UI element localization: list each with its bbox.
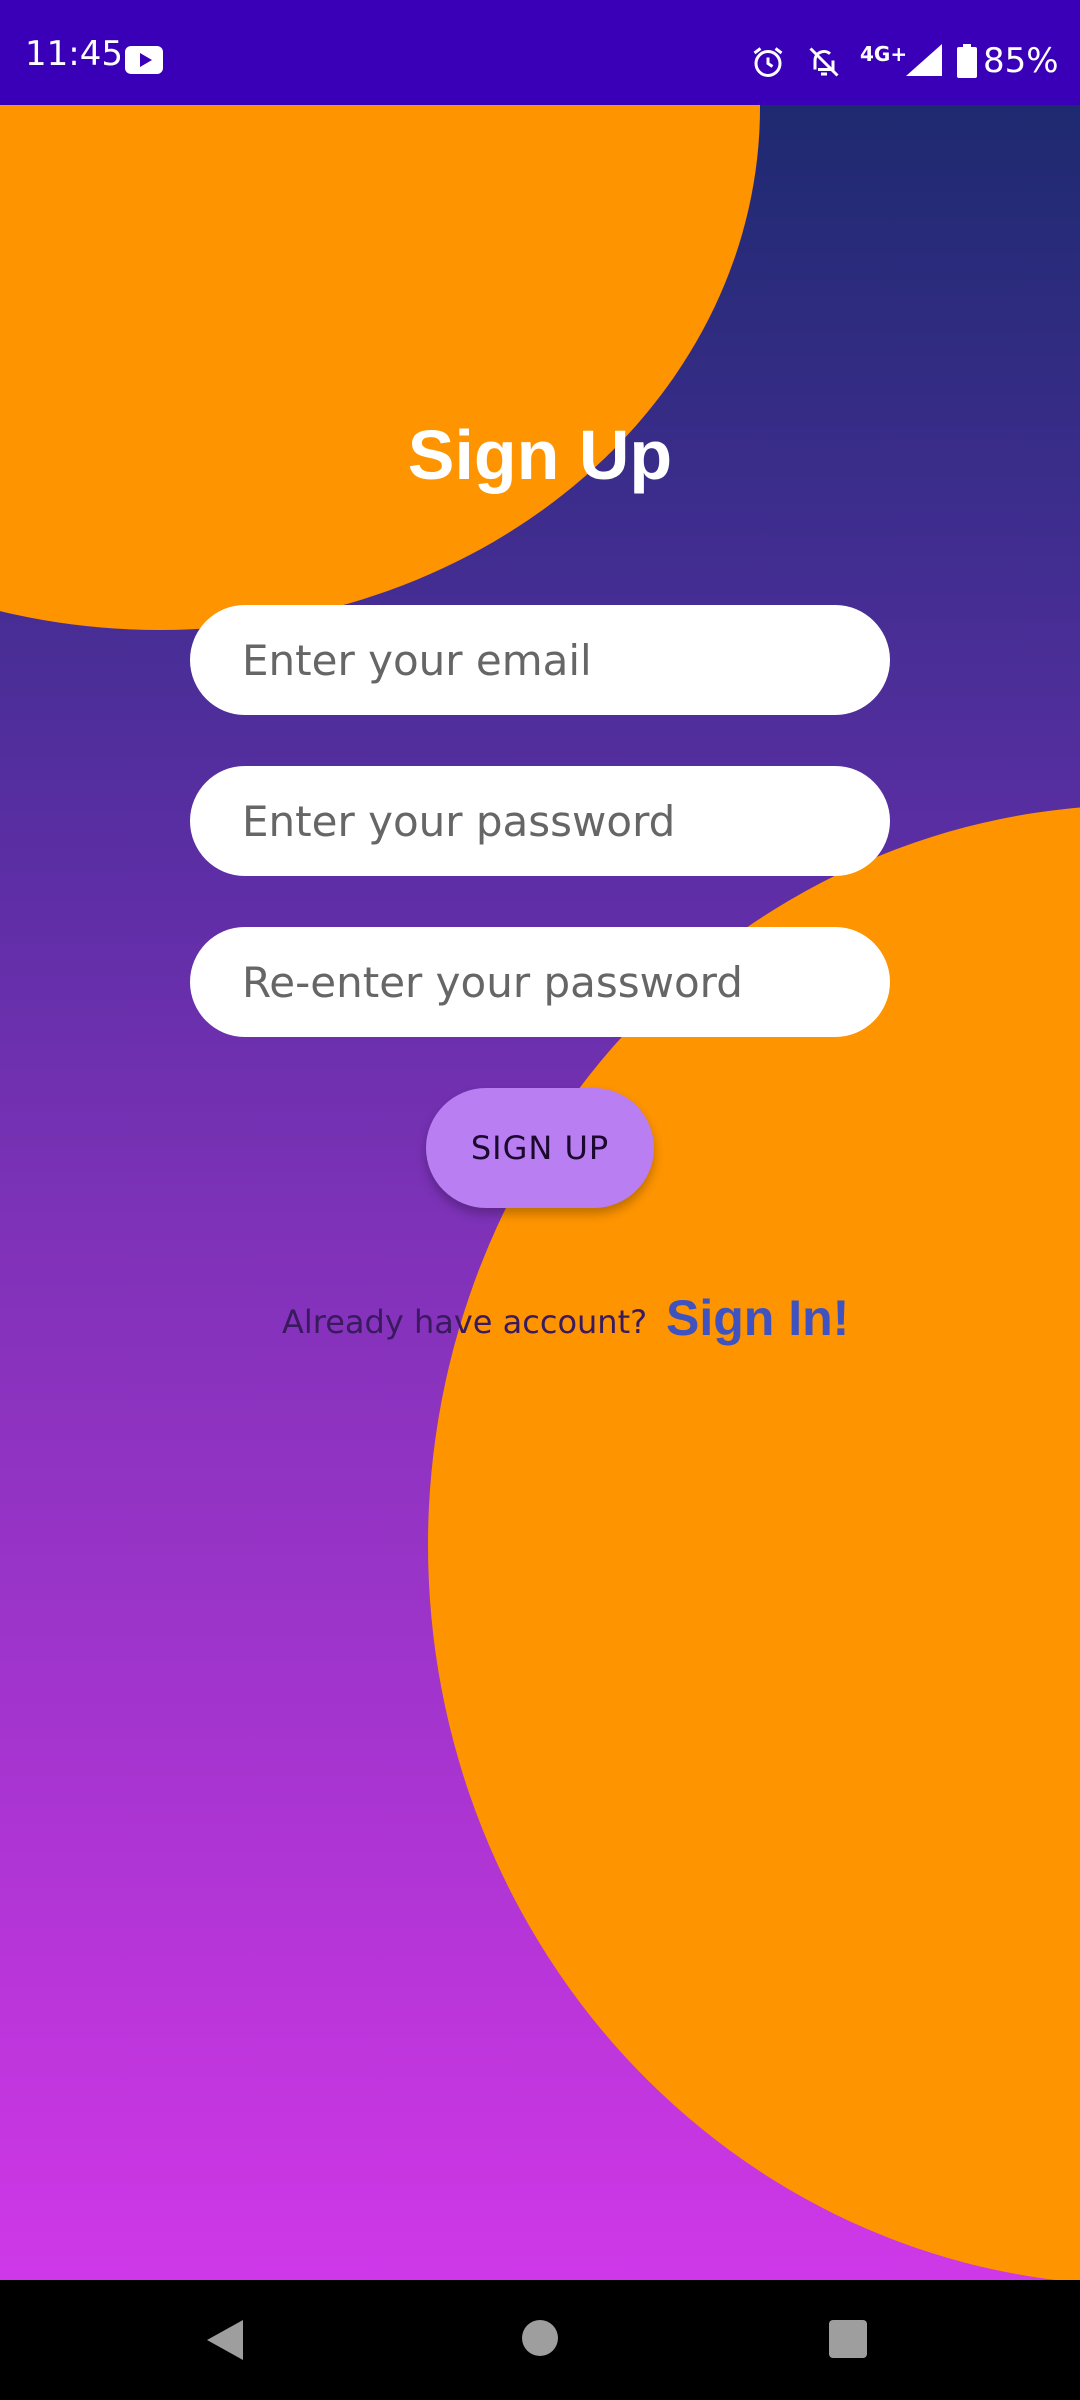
password-input[interactable] bbox=[240, 795, 840, 847]
battery-percentage: 85% bbox=[983, 41, 1059, 81]
battery-icon bbox=[957, 44, 977, 78]
password-field[interactable] bbox=[190, 766, 890, 876]
status-bar: 11:45 4G+ 85% bbox=[0, 0, 1080, 105]
bell-off-icon bbox=[809, 47, 839, 77]
sign-in-prompt-row: Already have account? Sign In! bbox=[0, 1285, 1080, 1355]
email-input[interactable] bbox=[240, 634, 840, 686]
back-icon[interactable] bbox=[205, 2318, 245, 2362]
youtube-icon bbox=[125, 46, 163, 74]
email-field[interactable] bbox=[190, 605, 890, 715]
recents-icon[interactable] bbox=[829, 2320, 867, 2358]
signup-screen: Sign Up SIGN UP Already have account? Si… bbox=[0, 105, 1080, 2280]
sign-up-button[interactable]: SIGN UP bbox=[426, 1088, 654, 1208]
page-title: Sign Up bbox=[407, 416, 673, 494]
orange-blob-top bbox=[0, 105, 760, 630]
alarm-icon bbox=[753, 47, 783, 77]
network-type: 4G+ bbox=[860, 42, 908, 66]
signal-icon bbox=[906, 44, 942, 76]
account-prompt-text: Already have account? bbox=[282, 1303, 648, 1341]
confirm-password-field[interactable] bbox=[190, 927, 890, 1037]
navigation-bar bbox=[0, 2280, 1080, 2400]
confirm-password-input[interactable] bbox=[240, 956, 840, 1008]
status-time: 11:45 bbox=[25, 34, 123, 74]
home-icon[interactable] bbox=[522, 2320, 558, 2356]
sign-in-link[interactable]: Sign In! bbox=[666, 1289, 849, 1347]
